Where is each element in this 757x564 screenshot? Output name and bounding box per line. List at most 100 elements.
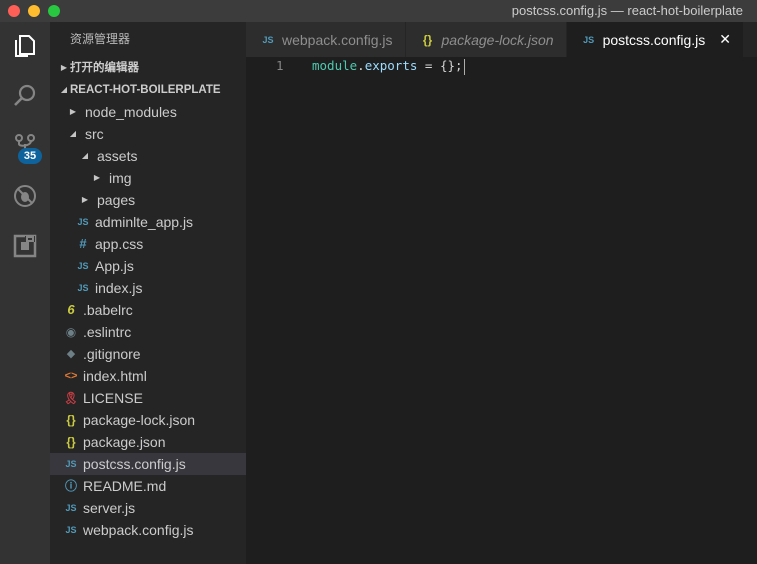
debug-icon — [14, 185, 36, 207]
code-text[interactable]: module.exports = {}; — [312, 57, 465, 75]
license-file-icon: 🎗 — [63, 391, 79, 405]
open-editors-label: 打开的编辑器 — [70, 62, 139, 74]
code-token: exports — [364, 58, 418, 73]
chevron-right-icon: ▶ — [69, 107, 77, 116]
tree-item-label: postcss.config.js — [83, 456, 186, 472]
json-file-icon: {} — [66, 435, 76, 449]
code-token: = {}; — [417, 58, 463, 73]
files-icon — [15, 35, 35, 57]
tree-item-label: LICENSE — [83, 390, 143, 406]
code-token: module — [312, 58, 358, 73]
js-file-icon: JS — [583, 34, 595, 45]
tree-file[interactable]: JS adminlte_app.js — [50, 211, 246, 233]
eslint-file-icon: ◉ — [65, 325, 77, 339]
info-file-icon: ⓘ — [64, 479, 77, 493]
editor-tab[interactable]: JS postcss.config.js ✕ — [566, 22, 745, 57]
extensions-icon — [13, 234, 37, 258]
debug-button[interactable] — [0, 172, 50, 220]
tree-item-label: server.js — [83, 500, 136, 516]
tree-file[interactable]: 6 .babelrc — [50, 299, 246, 321]
line-number: 1 — [276, 58, 284, 73]
js-file-icon: JS — [65, 525, 77, 535]
tree-file[interactable]: <> index.html — [50, 365, 246, 387]
search-button[interactable] — [0, 72, 50, 120]
tree-folder[interactable]: ▶ pages — [50, 189, 246, 211]
tree-file[interactable]: {} package.json — [50, 431, 246, 453]
tab-label: package-lock.json — [441, 31, 554, 48]
css-file-icon: # — [79, 236, 87, 251]
text-cursor — [463, 58, 465, 75]
tree-folder[interactable]: ◢ src — [50, 123, 246, 145]
explorer-button[interactable] — [0, 22, 50, 70]
tree-item-label: README.md — [83, 478, 167, 494]
code-token: . — [357, 58, 365, 73]
explorer-sidebar: 资源管理器 ▶ 打开的编辑器 ◢ REACT-HOT-BOILERPLATE ▶… — [50, 22, 246, 564]
chevron-right-icon: ▶ — [81, 195, 89, 204]
editor-tab-strip: JS webpack.config.js {} package-lock.json JS… — [246, 22, 757, 57]
js-file-icon: JS — [262, 34, 274, 45]
sidebar-title: 资源管理器 — [70, 32, 131, 46]
tree-item-label: package.json — [83, 434, 166, 450]
tree-file[interactable]: JS server.js — [50, 497, 246, 519]
js-file-icon: JS — [77, 283, 89, 293]
editor-tab[interactable]: {} package-lock.json — [405, 22, 567, 57]
babel-file-icon: 6 — [67, 302, 75, 317]
tree-file[interactable]: JS App.js — [50, 255, 246, 277]
window-close-button[interactable] — [8, 5, 20, 17]
tree-file[interactable]: # app.css — [50, 233, 246, 255]
tree-file[interactable]: JS index.js — [50, 277, 246, 299]
source-control-badge: 35 — [18, 148, 42, 164]
activity-bar: 35 — [0, 22, 50, 564]
tab-label: webpack.config.js — [282, 31, 393, 48]
window-minimize-button[interactable] — [28, 5, 40, 17]
code-editor[interactable]: 1 module.exports = {}; — [246, 57, 757, 564]
code-line: 1 module.exports = {}; — [246, 57, 465, 75]
chevron-down-icon: ◢ — [60, 85, 68, 94]
tree-item-label: .gitignore — [83, 346, 141, 362]
window-title: postcss.config.js — react-hot-boilerplat… — [511, 3, 743, 18]
tree-folder[interactable]: ▶ img — [50, 167, 246, 189]
html-file-icon: <> — [64, 370, 78, 382]
tree-item-label: .babelrc — [83, 302, 133, 318]
tree-item-label: src — [85, 126, 104, 142]
tree-file[interactable]: JS webpack.config.js — [50, 519, 246, 541]
tree-item-label: index.js — [95, 280, 143, 296]
js-file-icon: JS — [77, 217, 89, 227]
tree-file[interactable]: {} package-lock.json — [50, 409, 246, 431]
tree-folder[interactable]: ◢ assets — [50, 145, 246, 167]
project-section[interactable]: ◢ REACT-HOT-BOILERPLATE — [50, 79, 246, 101]
window-maximize-button[interactable] — [48, 5, 60, 17]
tree-item-label: app.css — [95, 236, 144, 252]
extensions-button[interactable] — [0, 222, 50, 270]
tree-item-label: pages — [97, 192, 136, 208]
chevron-down-icon: ◢ — [69, 129, 77, 138]
js-file-icon: JS — [65, 459, 77, 469]
open-editors-section[interactable]: ▶ 打开的编辑器 — [50, 57, 246, 79]
tree-item-label: App.js — [95, 258, 134, 274]
git-file-icon: ◆ — [66, 348, 76, 360]
tree-file[interactable]: ◉ .eslintrc — [50, 321, 246, 343]
tree-item-label: webpack.config.js — [83, 522, 194, 538]
chevron-right-icon: ▶ — [93, 173, 101, 182]
editor-tab[interactable]: JS webpack.config.js — [246, 22, 406, 57]
tree-item-label: package-lock.json — [83, 412, 196, 428]
tree-item-label: img — [109, 170, 132, 186]
search-icon — [14, 84, 36, 106]
tree-item-label: .eslintrc — [83, 324, 132, 340]
tree-file[interactable]: ◆ .gitignore — [50, 343, 246, 365]
source-control-button[interactable]: 35 — [0, 122, 50, 170]
json-file-icon: {} — [66, 413, 76, 427]
project-label: REACT-HOT-BOILERPLATE — [70, 84, 221, 96]
js-file-icon: JS — [65, 503, 77, 513]
file-tree: ▶ node_modules ◢ src ◢ assets ▶ img ▶ pages JS admi… — [50, 101, 246, 541]
tab-label: postcss.config.js — [602, 31, 706, 48]
tree-file[interactable]: 🎗 LICENSE — [50, 387, 246, 409]
chevron-right-icon: ▶ — [60, 63, 68, 72]
tree-folder[interactable]: ▶ node_modules — [50, 101, 246, 123]
chevron-down-icon: ◢ — [81, 151, 89, 160]
tree-item-label: adminlte_app.js — [95, 214, 194, 230]
tree-file[interactable]: ⓘ README.md — [50, 475, 246, 497]
tree-file[interactable]: JS postcss.config.js — [50, 453, 246, 475]
close-icon[interactable]: ✕ — [719, 31, 731, 48]
tree-item-label: node_modules — [85, 104, 177, 120]
